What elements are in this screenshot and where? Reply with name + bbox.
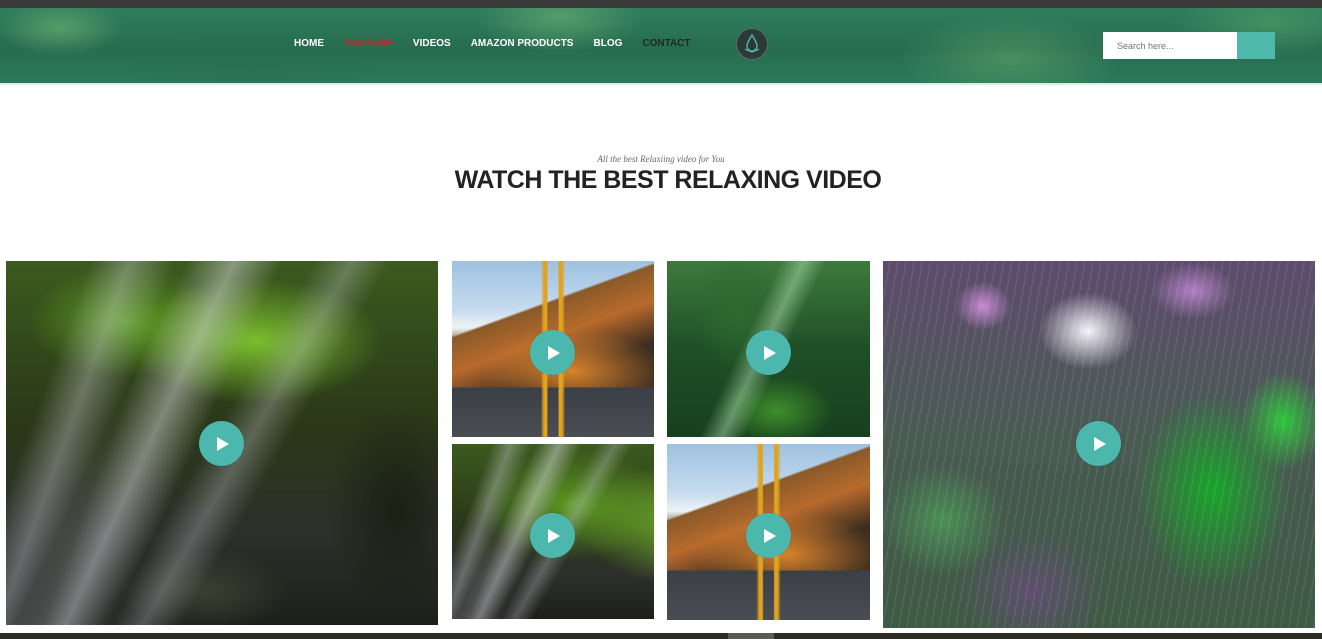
play-icon [764, 528, 776, 543]
site-logo[interactable] [736, 28, 768, 60]
video-thumbnail-2[interactable] [452, 261, 654, 437]
play-icon [764, 345, 776, 360]
play-button[interactable] [530, 330, 575, 375]
browser-top-strip [0, 0, 1322, 8]
play-button[interactable] [530, 513, 575, 558]
play-button[interactable] [1076, 421, 1121, 466]
nav-item-videos[interactable]: VIDEOS [413, 38, 451, 49]
play-icon [548, 345, 560, 360]
search-icon [1256, 49, 1257, 50]
video-thumbnail-1[interactable] [6, 261, 438, 625]
scroll-marker [728, 633, 774, 639]
play-button[interactable] [746, 513, 791, 558]
video-thumbnail-3[interactable] [667, 261, 870, 437]
play-icon [548, 528, 560, 543]
lotus-drop-icon [744, 33, 760, 53]
nav-item-amazon-products[interactable]: AMAZON PRODUCTS [471, 38, 574, 49]
search-button[interactable] [1237, 32, 1275, 59]
site-header: HOME YOUTUBE VIDEOS AMAZON PRODUCTS BLOG… [0, 8, 1322, 85]
nav-item-blog[interactable]: BLOG [593, 38, 622, 49]
nav-item-contact[interactable]: CONTACT [642, 38, 690, 49]
section-subtitle: All the best Relaxiing video for You [597, 154, 725, 164]
next-section-strip [0, 633, 1322, 639]
nav-item-youtube[interactable]: YOUTUBE [344, 38, 393, 49]
play-button[interactable] [199, 421, 244, 466]
video-thumbnail-4[interactable] [452, 444, 654, 619]
video-thumbnail-6[interactable] [883, 261, 1315, 628]
search-form [1103, 32, 1275, 59]
play-button[interactable] [746, 330, 791, 375]
main-nav: HOME YOUTUBE VIDEOS AMAZON PRODUCTS BLOG… [294, 38, 711, 49]
nav-item-home[interactable]: HOME [294, 38, 324, 49]
search-input[interactable] [1103, 32, 1237, 59]
video-thumbnail-5[interactable] [667, 444, 870, 620]
play-icon [1094, 436, 1106, 451]
section-title: WATCH THE BEST RELAXING VIDEO [454, 166, 882, 194]
play-icon [217, 436, 229, 451]
